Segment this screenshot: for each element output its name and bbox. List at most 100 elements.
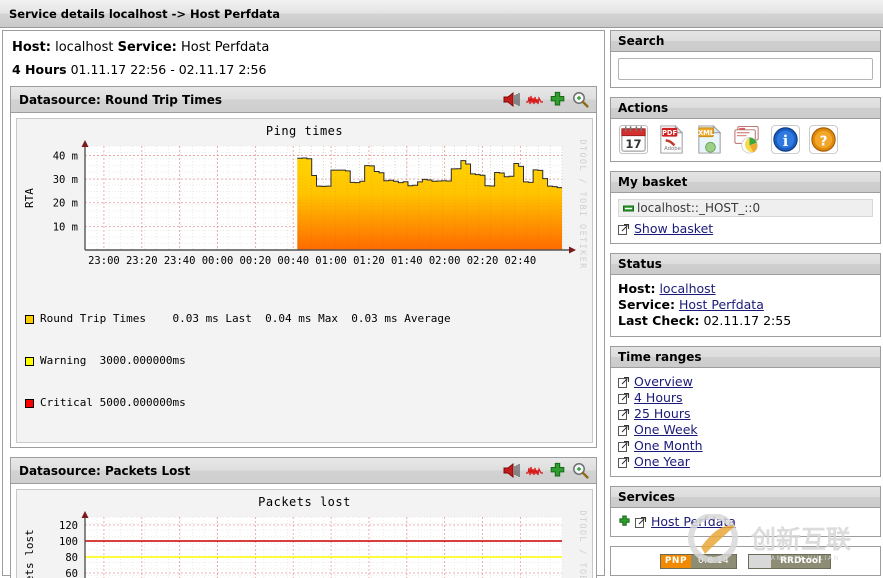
time-range-link[interactable]: One Month — [634, 438, 703, 453]
panel-title-status: Status — [611, 254, 880, 275]
svg-text:i: i — [783, 133, 789, 150]
svg-text:RTA: RTA — [23, 188, 36, 208]
time-range-item-one-week[interactable]: One Week — [618, 422, 873, 437]
datasource-panel-round-trip-times: Datasource: Round Trip Times Ping times … — [10, 86, 597, 448]
services-list: Host Perfdata — [611, 508, 880, 536]
svg-text:00:20: 00:20 — [240, 255, 272, 267]
external-link-icon — [618, 223, 630, 235]
plot-area-wrapper: 02040608010012023:0023:2023:4000:0000:20… — [17, 509, 592, 578]
remove-icon[interactable] — [623, 203, 634, 214]
status-service-row: Service: Host Perfdata — [618, 297, 873, 313]
panel-body-my-basket: localhost::_HOST_::0 Show basket — [611, 193, 880, 243]
status-lastcheck-label: Last Check: — [618, 313, 700, 328]
plot-svg-ping-times: 10 m 20 m 30 m 40 m 23:00 23:20 23:40 00:00 00:2… — [23, 138, 587, 270]
panel-services: Services Host Perfdata — [610, 486, 881, 537]
svg-text:80: 80 — [65, 552, 78, 564]
zoom-in-icon[interactable] — [572, 91, 589, 108]
external-link-icon — [618, 408, 630, 420]
datasource-panel-packets-lost: Datasource: Packets Lost Packets lost 60… — [10, 457, 597, 578]
footer-badges: PNP 0.6.14 RRDtool — [610, 546, 881, 576]
svg-text:01:20: 01:20 — [353, 255, 385, 267]
waveform-icon[interactable] — [526, 462, 543, 479]
datasource-toolbar — [503, 462, 589, 479]
time-range-item-4-hours[interactable]: 4 Hours — [618, 390, 873, 405]
service-item[interactable]: Host Perfdata — [618, 514, 873, 529]
service-value: Host Perfdata — [181, 40, 270, 55]
panel-time-ranges: Time ranges Overview 4 Hours 25 Hours One W… — [610, 346, 881, 477]
time-range-link[interactable]: Overview — [634, 374, 693, 389]
svg-text:23:40: 23:40 — [164, 255, 196, 267]
speaker-icon[interactable] — [503, 462, 520, 479]
host-label: Host: — [12, 40, 51, 55]
datasource-body: Packets lost 02040608010012023:0023:2023… — [11, 484, 596, 578]
panel-title-services: Services — [611, 487, 880, 508]
status-host-row: Host: localhost — [618, 281, 873, 297]
speaker-icon[interactable] — [503, 91, 520, 108]
report-icon[interactable] — [732, 124, 763, 155]
window-title-bar: Service details localhost -> Host Perfda… — [0, 0, 883, 28]
time-range-link[interactable]: One Week — [634, 422, 698, 437]
waveform-icon[interactable] — [526, 91, 543, 108]
panel-body-status: Host: localhost Service: Host Perfdata L… — [611, 275, 880, 336]
external-link-icon — [618, 392, 630, 404]
time-range-item-overview[interactable]: Overview — [618, 374, 873, 389]
panel-actions: Actions 17 PDF Adobe XML i ? — [610, 97, 881, 162]
svg-text:100: 100 — [59, 536, 78, 548]
time-range-value: 01.11.17 22:56 - 02.11.17 2:56 — [70, 62, 267, 77]
search-input[interactable] — [618, 58, 873, 80]
xml-icon[interactable]: XML — [694, 124, 725, 155]
svg-text:01:40: 01:40 — [391, 255, 423, 267]
legend-swatch — [25, 314, 34, 324]
help-icon[interactable]: ? — [808, 124, 839, 155]
basket-item[interactable]: localhost::_HOST_::0 — [618, 199, 873, 217]
pnp-badge-value: 0.6.14 — [691, 554, 737, 568]
panel-search: Search — [610, 30, 881, 88]
legend-swatch — [25, 398, 34, 408]
svg-text:RRDTOOL / TOBI OETIKER: RRDTOOL / TOBI OETIKER — [577, 509, 587, 578]
graph-packets-lost[interactable]: Packets lost 02040608010012023:0023:2023… — [16, 489, 593, 578]
service-link[interactable]: Host Perfdata — [651, 514, 736, 529]
external-link-icon — [618, 376, 630, 388]
time-range-link[interactable]: 4 Hours — [634, 390, 683, 405]
status-host-link[interactable]: localhost — [659, 281, 715, 296]
svg-text:?: ? — [820, 133, 828, 149]
svg-text:120: 120 — [59, 520, 78, 532]
host-value: localhost — [55, 40, 114, 55]
service-label: Service: — [117, 40, 177, 55]
time-range-item-25-hours[interactable]: 25 Hours — [618, 406, 873, 421]
graph-round-trip-times[interactable]: Ping times 10 m 20 m 30 m 40 m 23:00 23:20 23:… — [16, 118, 593, 443]
time-range-link[interactable]: One Year — [634, 454, 690, 469]
datasource-title: Datasource: Round Trip Times — [19, 92, 223, 107]
svg-text:02:20: 02:20 — [467, 255, 499, 267]
svg-text:00:00: 00:00 — [202, 255, 234, 267]
legend-text: Warning 3000.000000ms — [40, 354, 186, 367]
main-content-panel: Host: localhost Service: Host Perfdata 4… — [2, 30, 605, 578]
plus-icon[interactable] — [549, 462, 566, 479]
add-icon[interactable] — [618, 515, 631, 528]
zoom-in-icon[interactable] — [572, 462, 589, 479]
calendar-icon[interactable]: 17 — [618, 124, 649, 155]
rrdtool-badge-value: RRDtool — [771, 554, 831, 568]
plot-svg-packets-lost: 02040608010012023:0023:2023:4000:0000:20… — [23, 509, 587, 578]
time-range-item-one-month[interactable]: One Month — [618, 438, 873, 453]
svg-text:XML: XML — [698, 129, 715, 137]
legend-row-warning: Warning 3000.000000ms — [25, 354, 592, 368]
svg-text:20 m: 20 m — [53, 198, 78, 210]
svg-text:40 m: 40 m — [53, 150, 78, 162]
external-link-icon — [635, 516, 647, 528]
graph-legend: Round Trip Times 0.03 ms Last 0.04 ms Ma… — [17, 282, 592, 442]
info-icon[interactable]: i — [770, 124, 801, 155]
plus-icon[interactable] — [549, 91, 566, 108]
time-range-item-one-year[interactable]: One Year — [618, 454, 873, 469]
datasource-toolbar — [503, 91, 589, 108]
pdf-icon[interactable]: PDF Adobe — [656, 124, 687, 155]
show-basket-row[interactable]: Show basket — [618, 221, 873, 236]
datasource-header: Datasource: Round Trip Times — [11, 87, 596, 113]
time-range-link[interactable]: 25 Hours — [634, 406, 691, 421]
show-basket-link[interactable]: Show basket — [634, 221, 713, 236]
legend-text: Critical 5000.000000ms — [40, 396, 186, 409]
status-service-link[interactable]: Host Perfdata — [679, 297, 764, 312]
basket-item-label: localhost::_HOST_::0 — [637, 201, 761, 215]
status-lastcheck-row: Last Check: 02.11.17 2:55 — [618, 313, 873, 329]
pnp-badge-key: PNP — [660, 554, 692, 568]
